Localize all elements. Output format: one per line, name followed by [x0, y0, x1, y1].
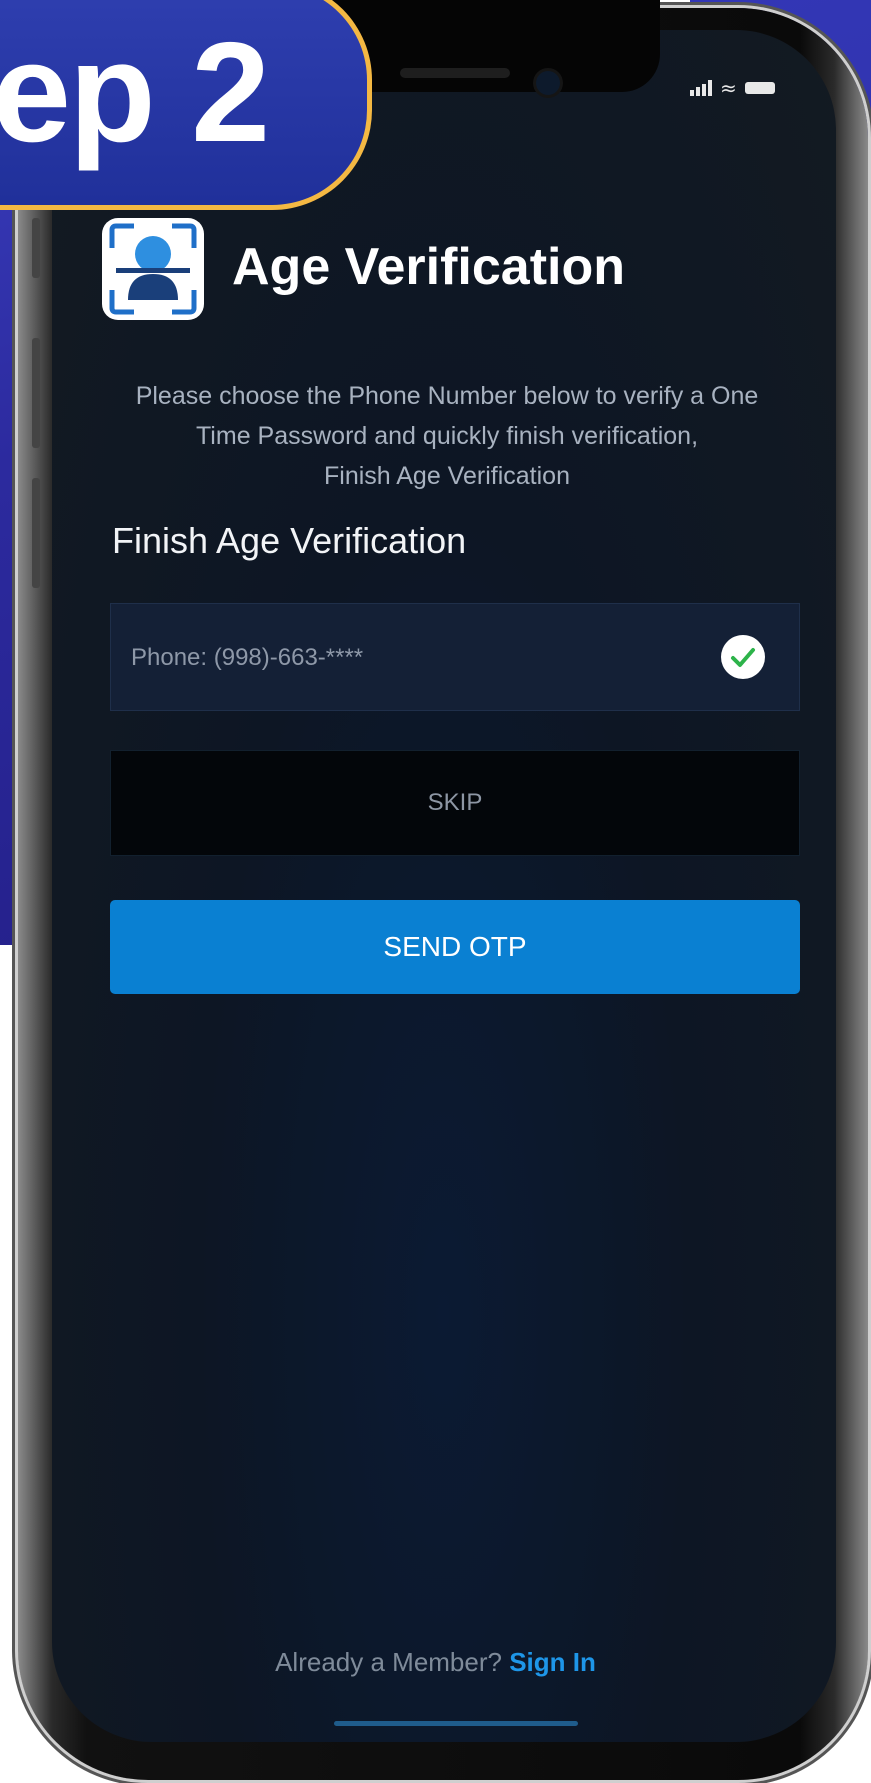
- battery-icon: [744, 82, 775, 94]
- speaker-grille: [400, 68, 510, 78]
- section-title: Finish Age Verification: [112, 520, 467, 561]
- age-verification-logo-icon: [102, 218, 204, 320]
- status-bar: ≈: [690, 76, 775, 100]
- home-indicator: [334, 1721, 578, 1726]
- description-line: Finish Age Verification: [324, 462, 570, 490]
- wifi-icon: ≈: [720, 76, 737, 100]
- description: Please choose the Phone Number below to …: [112, 376, 782, 496]
- check-circle-icon: [721, 635, 765, 679]
- description-line: Please choose the Phone Number below to …: [135, 382, 759, 410]
- phone-number-option[interactable]: Phone: (998)-663-****: [110, 603, 800, 711]
- skip-button[interactable]: SKIP: [110, 750, 800, 856]
- footer-prompt: Already a Member?: [275, 1647, 502, 1677]
- volume-up-button: [32, 338, 40, 448]
- page-title: Age Verification: [232, 238, 625, 296]
- send-otp-button[interactable]: SEND OTP: [110, 900, 800, 994]
- step-badge-label: ep 2: [0, 13, 270, 172]
- sign-in-link[interactable]: Sign In: [509, 1647, 596, 1677]
- volume-down-button: [32, 478, 40, 588]
- phone-number-value: Phone: (998)-663-****: [131, 644, 364, 671]
- front-camera: [536, 71, 560, 95]
- description-line: Time Password and quickly finish verific…: [195, 422, 699, 450]
- footer: Already a Member? Sign In: [0, 1642, 871, 1682]
- logo-graphic: [109, 223, 197, 315]
- mute-switch: [32, 218, 40, 278]
- signal-icon: [690, 80, 712, 96]
